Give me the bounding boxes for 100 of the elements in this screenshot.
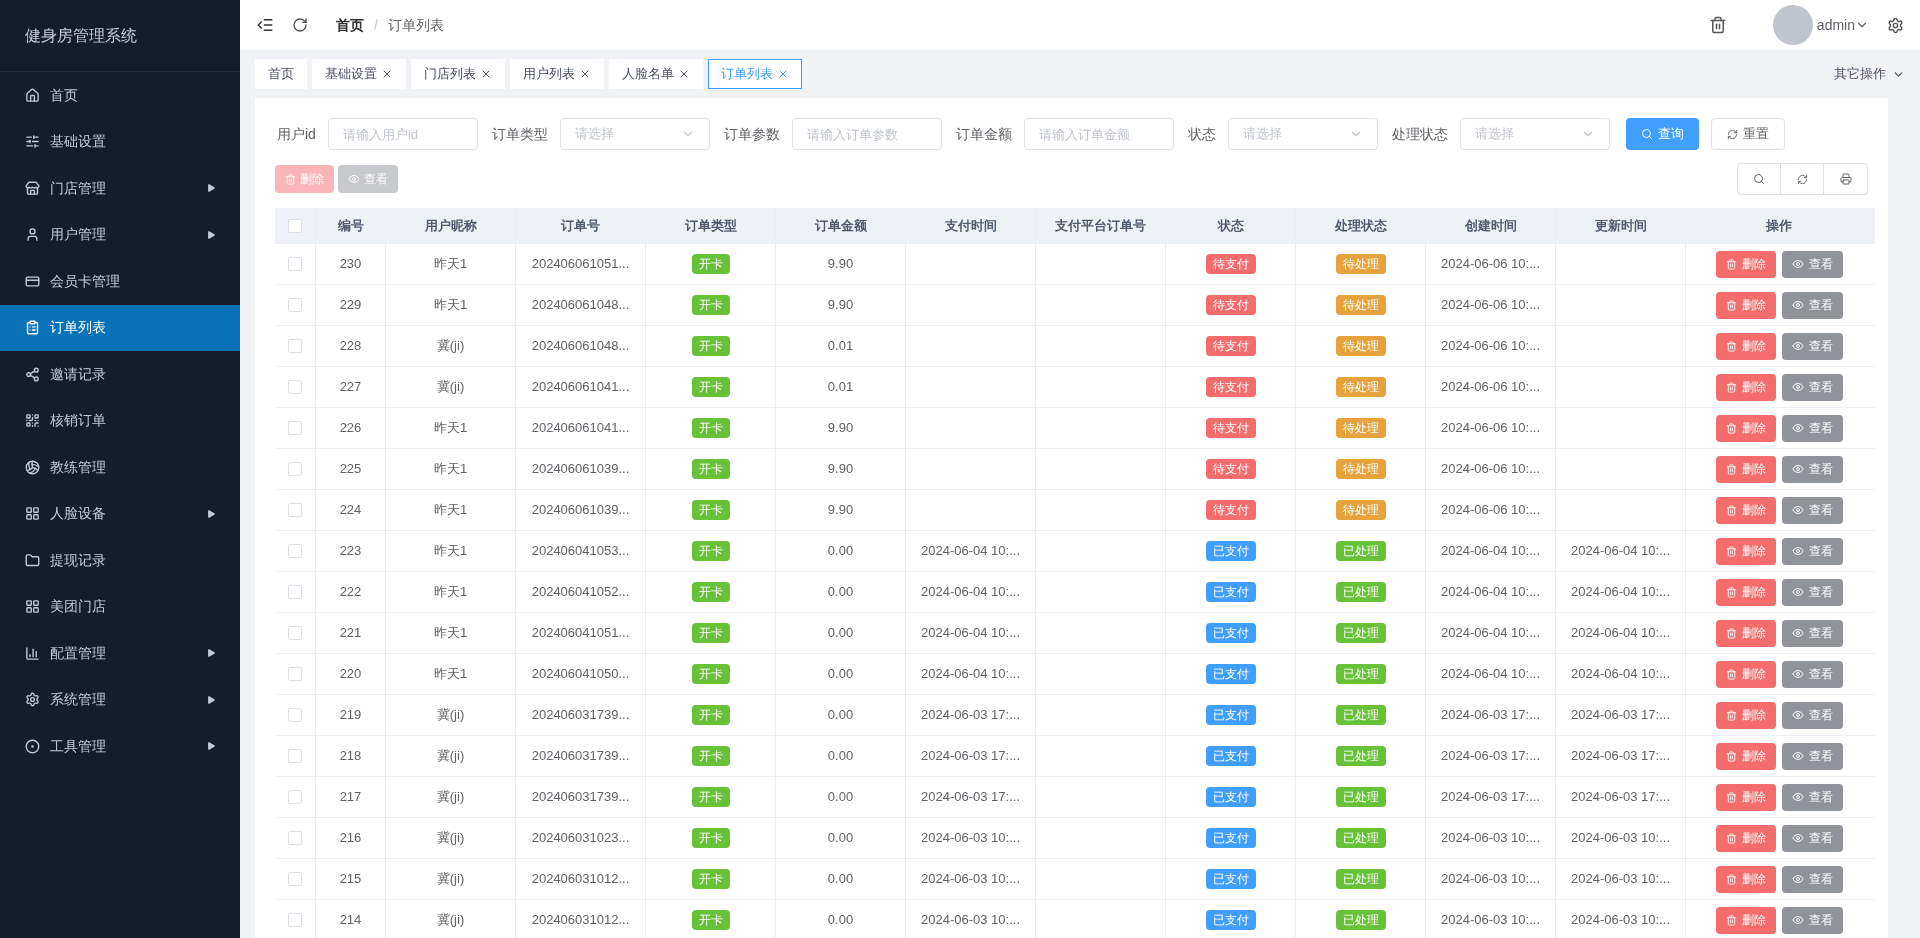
sidebar-item[interactable]: 基础设置 [0, 118, 240, 165]
select-field[interactable]: 请选择 [1227, 118, 1378, 150]
checkbox[interactable] [288, 380, 302, 394]
checkbox[interactable] [288, 421, 302, 435]
user-menu[interactable]: admin [1816, 14, 1869, 36]
clipboard-icon [25, 320, 40, 336]
submenu-arrow-icon [206, 183, 216, 194]
input-field[interactable]: 请输入订单金额 [1023, 118, 1174, 150]
delete-button[interactable]: 删除 [1716, 537, 1776, 565]
checkbox[interactable] [288, 913, 302, 927]
delete-button[interactable]: 删除 [1716, 906, 1776, 934]
other-actions-dropdown[interactable]: 其它操作 [1834, 64, 1905, 84]
view-button[interactable]: 查看 [1782, 496, 1843, 524]
sidebar-item[interactable]: 用户管理 [0, 211, 240, 258]
view-button[interactable]: 查看 [1782, 537, 1843, 565]
checkbox[interactable] [288, 831, 302, 845]
table-cell-text: 202406061051... [531, 255, 630, 274]
sidebar-item[interactable]: 配置管理 [0, 630, 240, 677]
view-button[interactable]: 查看 [1782, 783, 1843, 811]
checkbox[interactable] [288, 708, 302, 722]
sidebar-item[interactable]: 美团门店 [0, 583, 240, 630]
checkbox[interactable] [288, 462, 302, 476]
delete-button[interactable]: 删除 [1716, 496, 1776, 524]
delete-button[interactable]: 删除 [1716, 824, 1776, 852]
checkbox[interactable] [288, 544, 302, 558]
page-tab[interactable]: 人脸名单 [609, 59, 703, 89]
checkbox[interactable] [288, 790, 302, 804]
trash-icon[interactable] [1708, 16, 1727, 34]
page-tab[interactable]: 用户列表 [510, 59, 604, 89]
delete-button[interactable]: 删除 [1716, 865, 1776, 893]
settings-icon[interactable] [1887, 16, 1904, 34]
reset-button[interactable]: 重置 [1710, 118, 1785, 150]
view-button[interactable]: 查看 [1782, 660, 1843, 688]
sidebar-item[interactable]: 系统管理 [0, 676, 240, 723]
status-tag: 待处理 [1335, 418, 1386, 438]
search-button[interactable]: 查询 [1625, 118, 1699, 150]
delete-button[interactable]: 删除 [1716, 291, 1776, 319]
checkbox[interactable] [288, 585, 302, 599]
checkbox[interactable] [288, 749, 302, 763]
delete-button[interactable]: 删除 [1716, 250, 1776, 278]
view-button[interactable]: 查看 [1782, 578, 1843, 606]
sidebar-item[interactable]: 提现记录 [0, 537, 240, 584]
checkbox[interactable] [288, 503, 302, 517]
view-button[interactable]: 查看 [1782, 619, 1843, 647]
select-field[interactable]: 请选择 [1459, 118, 1610, 150]
sidebar-item[interactable]: 会员卡管理 [0, 258, 240, 305]
page-tab[interactable]: 基础设置 [312, 59, 406, 89]
delete-button[interactable]: 删除 [1716, 701, 1776, 729]
delete-button[interactable]: 删除 [1716, 660, 1776, 688]
view-button[interactable]: 查看 [1782, 701, 1843, 729]
sidebar-item[interactable]: 核销订单 [0, 397, 240, 444]
delete-button[interactable]: 删除 [1716, 414, 1776, 442]
checkbox[interactable] [288, 298, 302, 312]
close-icon[interactable] [579, 68, 591, 80]
delete-button[interactable]: 删除 [1716, 332, 1776, 360]
menu-icon[interactable] [256, 16, 274, 34]
select-field[interactable]: 请选择 [559, 118, 710, 150]
view-button[interactable]: 查看 [1782, 373, 1843, 401]
sidebar-item[interactable]: 工具管理 [0, 723, 240, 770]
checkbox[interactable] [288, 626, 302, 640]
sidebar-item[interactable]: 门店管理 [0, 165, 240, 212]
delete-button[interactable]: 删除 [1716, 619, 1776, 647]
view-button[interactable]: 查看 [1782, 414, 1843, 442]
status-tag: 已支付 [1205, 910, 1256, 930]
delete-button[interactable]: 删除 [1716, 578, 1776, 606]
view-button[interactable]: 查看 [1782, 455, 1843, 483]
breadcrumb-item[interactable]: 首页 [336, 14, 364, 36]
view-button[interactable]: 查看 [1782, 906, 1843, 934]
close-icon[interactable] [480, 68, 492, 80]
page-tab[interactable]: 门店列表 [411, 59, 505, 89]
view-button[interactable]: 查看 [1782, 250, 1843, 278]
sidebar-item[interactable]: 人脸设备 [0, 490, 240, 537]
input-field[interactable]: 请输入订单参数 [791, 118, 942, 150]
refresh-icon[interactable] [292, 17, 308, 33]
delete-button[interactable]: 删除 [1716, 742, 1776, 770]
delete-button[interactable]: 删除 [1716, 455, 1776, 483]
close-icon[interactable] [381, 68, 393, 80]
input-field[interactable]: 请输入用户id [327, 118, 478, 150]
checkbox[interactable] [288, 872, 302, 886]
view-button[interactable]: 查看 [1782, 742, 1843, 770]
delete-button[interactable]: 删除 [1716, 373, 1776, 401]
view-button[interactable]: 查看 [1782, 824, 1843, 852]
eye-icon [1792, 504, 1804, 516]
close-icon[interactable] [678, 68, 690, 80]
avatar[interactable] [1772, 5, 1813, 45]
status-tag: 已支付 [1205, 582, 1256, 602]
sidebar-item[interactable]: 订单列表 [0, 304, 240, 351]
checkbox[interactable] [288, 257, 302, 271]
checkbox[interactable] [288, 667, 302, 681]
view-button[interactable]: 查看 [1782, 332, 1843, 360]
sidebar-item[interactable]: 邀请记录 [0, 351, 240, 398]
view-button[interactable]: 查看 [1782, 291, 1843, 319]
view-button[interactable]: 查看 [1782, 865, 1843, 893]
delete-button[interactable]: 删除 [1716, 783, 1776, 811]
sidebar-item[interactable]: 首页 [0, 72, 240, 119]
checkbox[interactable] [288, 339, 302, 353]
page-tab[interactable]: 首页 [255, 59, 307, 89]
sidebar-item[interactable]: 教练管理 [0, 444, 240, 491]
page-tab[interactable]: 订单列表 [708, 59, 802, 89]
checkbox[interactable] [288, 218, 302, 233]
